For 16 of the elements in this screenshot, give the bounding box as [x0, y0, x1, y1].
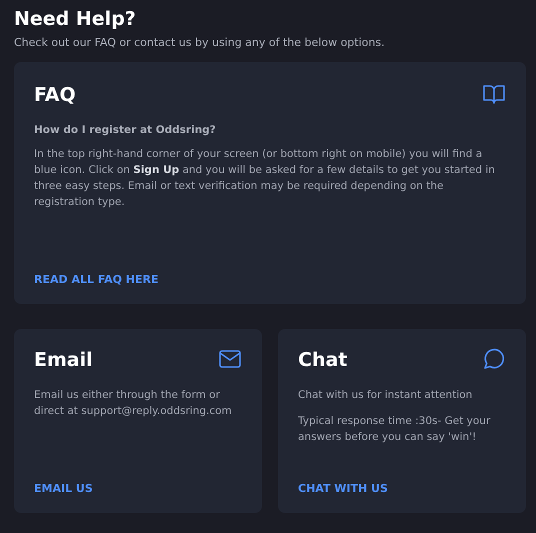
page-title: Need Help? [14, 7, 137, 32]
card-title: FAQ [34, 83, 76, 108]
contact-link[interactable]: CHAT WITH US [298, 482, 388, 495]
contact-link[interactable]: EMAIL US [34, 482, 93, 495]
faq-question: How do I register at Oddsring? [34, 124, 217, 136]
read-faq-link[interactable]: READ ALL FAQ HERE [34, 273, 158, 286]
card-text: Typical response time :30s- Get your answers before you can say 'win'! [298, 414, 492, 445]
card-text: Email us either through the form or direct at support@reply.oddsring.com [34, 388, 233, 419]
page-subtitle: Check out our FAQ or contact us by using any of the below options. [14, 36, 386, 49]
card-title: Chat [298, 348, 348, 373]
card-text: Chat with us for instant attention [298, 388, 474, 403]
envelope-icon [218, 347, 242, 371]
speech-bubble-icon [482, 347, 506, 371]
faq-answer: In the top right-hand corner of your screen (or bottom right on mobile) you will find a blue icon. Click on Sign Up and you will be asked for a few details to get you started in three easy steps. Email or text verification may be required depending on the registration type. [34, 147, 496, 210]
book-icon [482, 82, 506, 106]
card-title: Email [34, 348, 93, 373]
